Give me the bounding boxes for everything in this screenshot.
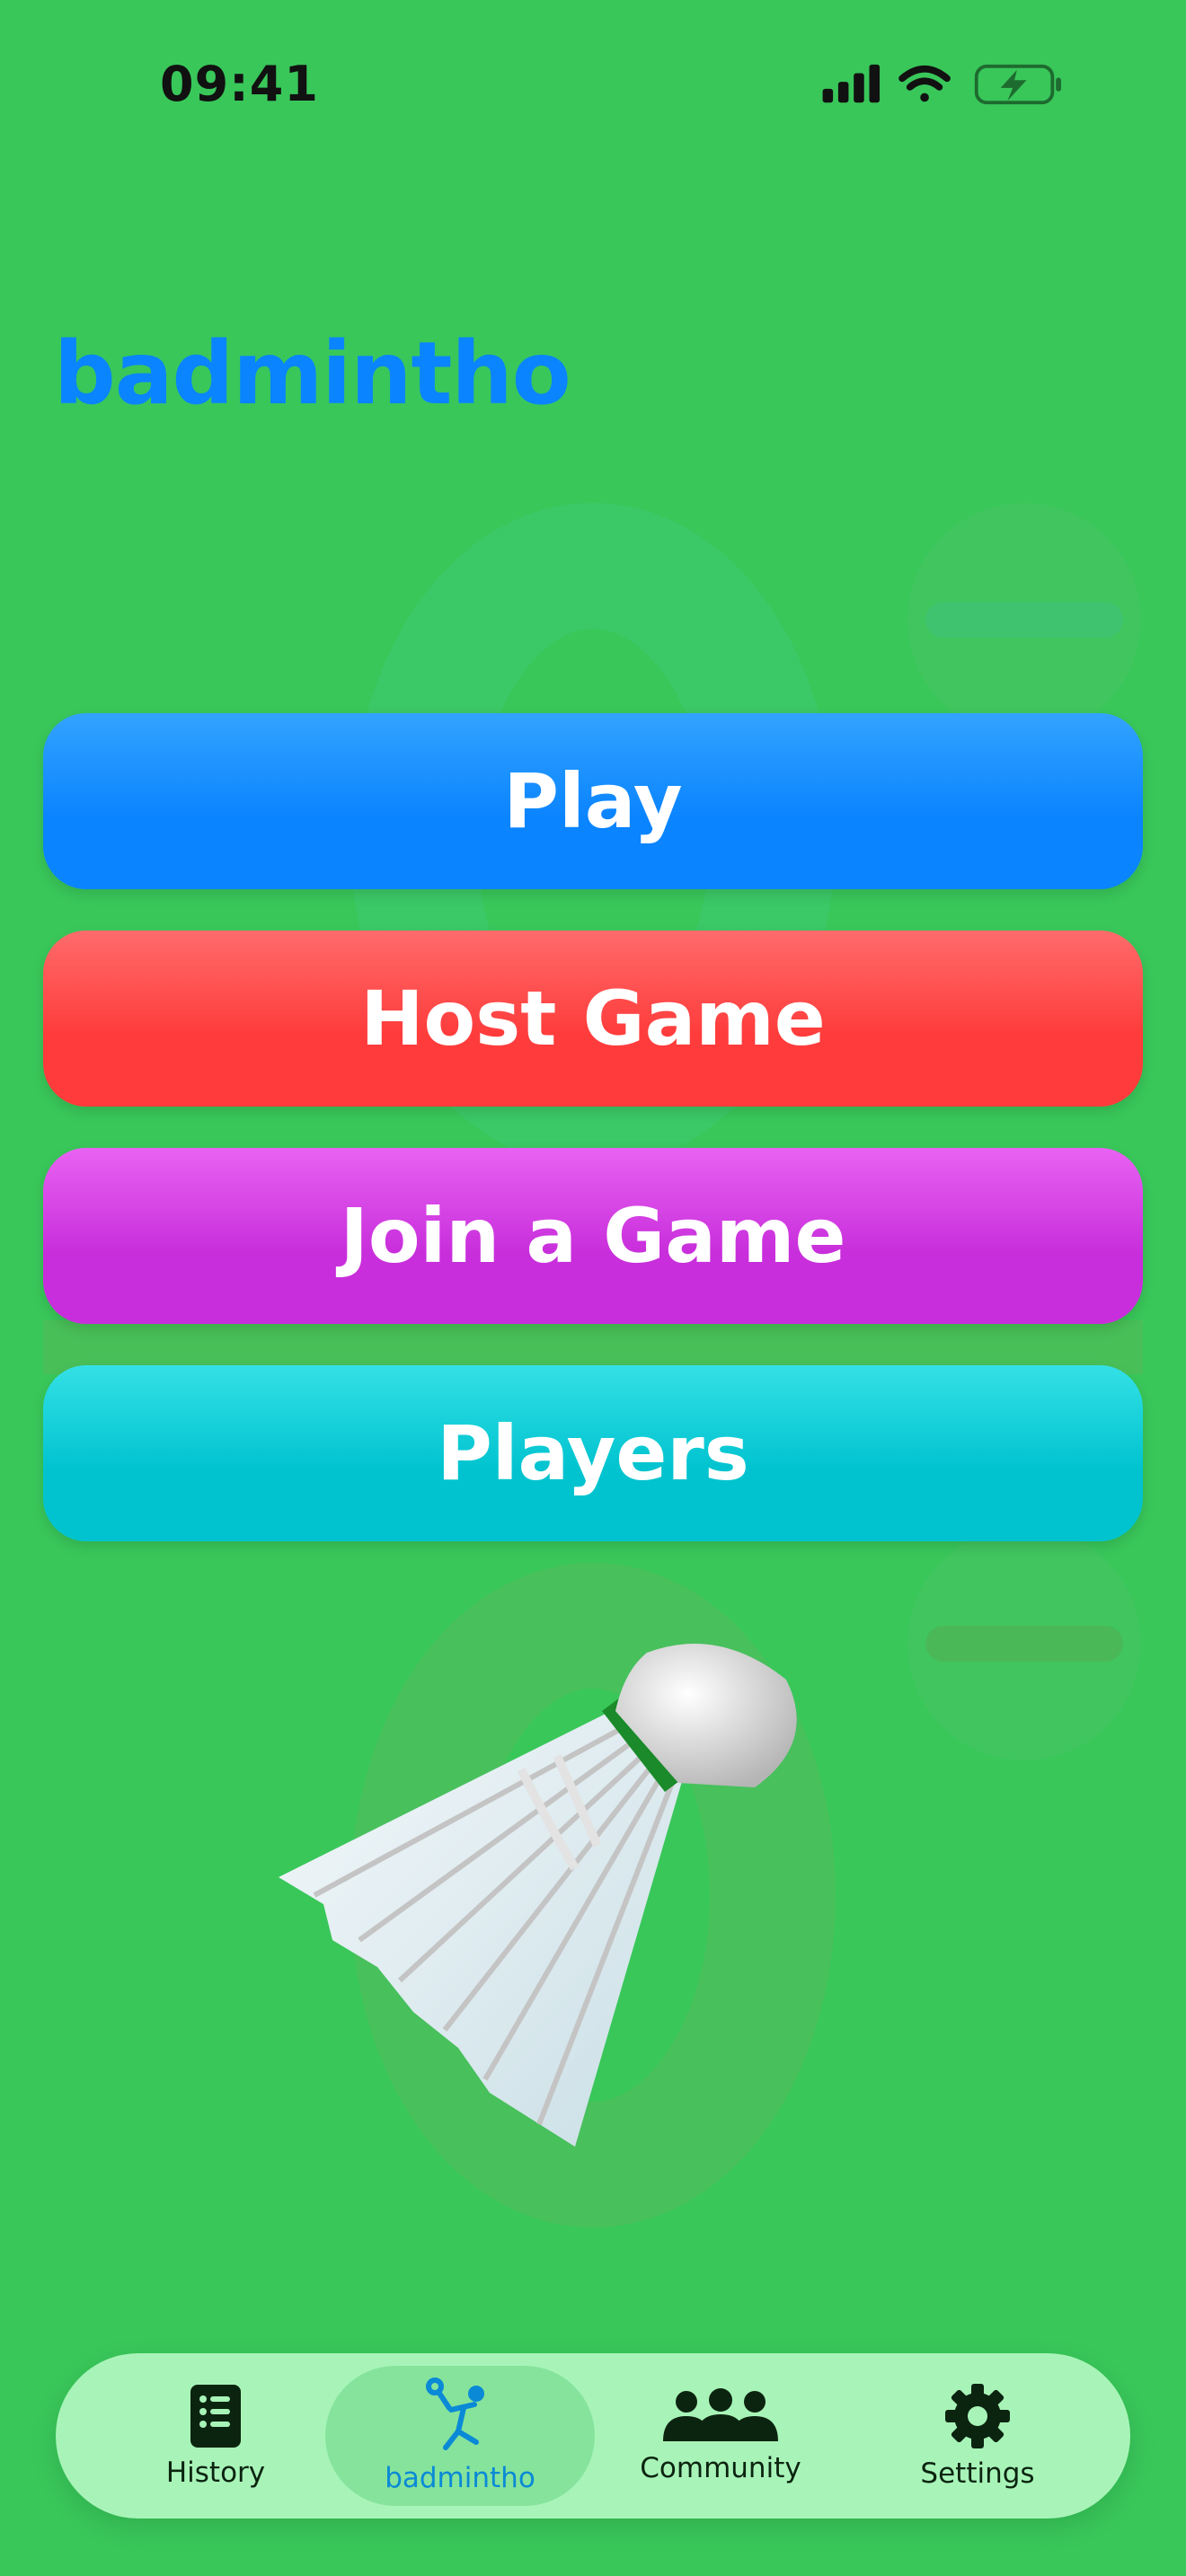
status-time: 09:41 [160,56,319,112]
host-game-button[interactable]: Host Game [43,931,1143,1107]
app-title: badmintho [54,323,571,424]
tab-label-badmintho: badmintho [385,2462,535,2494]
status-icons [822,64,1061,105]
tab-bar: History badmintho Community Settings [56,2353,1130,2519]
players-button[interactable]: Players [43,1365,1143,1541]
tab-badmintho[interactable]: badmintho [325,2366,595,2506]
tab-history[interactable]: History [81,2366,350,2506]
badminton-player-icon [426,2378,484,2450]
gear-icon [945,2384,1010,2448]
status-bar: 09:41 [0,0,1186,180]
history-icon [190,2385,241,2448]
join-game-button[interactable]: Join a Game [43,1148,1143,1324]
tab-label-settings: Settings [920,2457,1035,2490]
tab-label-history: History [165,2457,266,2489]
shuttlecock-illustration [279,1644,797,2147]
tab-settings[interactable]: Settings [843,2366,1112,2506]
play-button[interactable]: Play [43,713,1143,889]
tab-label-community: Community [640,2452,801,2484]
tab-community[interactable]: Community [586,2366,855,2506]
cellular-signal-icon [822,64,881,103]
community-icon [663,2388,778,2441]
wifi-icon [898,65,951,102]
battery-charging-icon [974,64,1061,105]
